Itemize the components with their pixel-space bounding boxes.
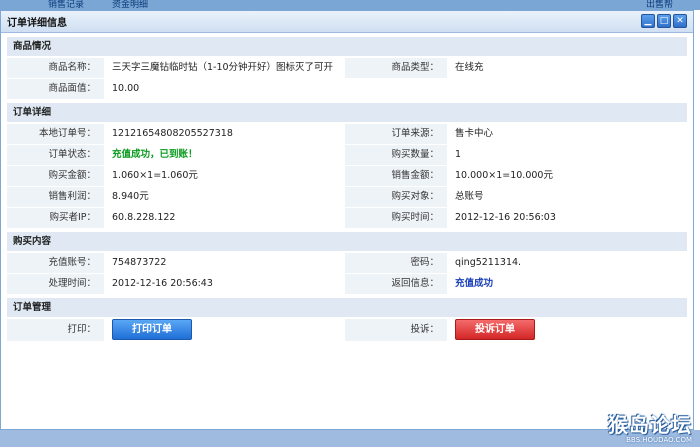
local-order-no-label: 本地订单号： (7, 124, 104, 144)
background-tab-funds[interactable]: 资金明细 (112, 0, 148, 10)
section-product: 商品情况 (7, 37, 687, 56)
dialog-content: 商品情况 商品名称： 三天字三魔钻临时钻（1-10分钟开好）图标灭了可开 [7日… (7, 37, 687, 345)
complain-order-button[interactable]: 投诉订单 (455, 319, 535, 340)
print-label: 打印： (7, 319, 104, 341)
complain-cell: 投诉订单 (447, 319, 687, 341)
maximize-icon[interactable]: □ (657, 14, 671, 28)
profit-label: 销售利润： (7, 187, 104, 207)
buyer-ip-value: 60.8.228.122 (112, 212, 176, 223)
sell-amount-label: 销售金额： (345, 166, 447, 186)
product-face-value: 10.00 (112, 83, 140, 94)
row-actions: 打印： 打印订单 投诉： 投诉订单 (7, 319, 687, 341)
order-status-value: 充值成功，已到账！ (112, 149, 198, 160)
row-product-face: 商品面值： 10.00 (7, 79, 687, 99)
window-controls: ▁ □ ✕ (641, 14, 687, 28)
row-amounts: 购买金额： 1.060×1=1.060元 销售金额： 10.000×1=10.0… (7, 166, 687, 186)
recharge-account-value: 754873722 (112, 257, 167, 268)
complain-label: 投诉： (345, 319, 447, 341)
product-type-label: 商品类型： (345, 58, 447, 78)
watermark-logo: 猴岛论坛 (608, 413, 692, 437)
buy-amount-label: 购买金额： (7, 166, 104, 186)
quantity-value: 1 (455, 149, 462, 160)
background-footer (0, 430, 700, 447)
sell-amount-value: 10.000×1=10.000元 (455, 170, 553, 181)
product-name-value: 三天字三魔钻临时钻（1-10分钟开好）图标灭了可开 [7日 (112, 62, 336, 73)
recharge-account-label: 充值账号： (7, 253, 104, 273)
process-time-label: 处理时间： (7, 274, 104, 294)
order-status-label: 订单状态： (7, 145, 104, 165)
site-watermark: 猴岛论坛 BBS.HOUDAO.COM (608, 409, 692, 444)
buy-target-value: 总账号 (455, 191, 484, 202)
local-order-no-value: 12121654808205527318 (112, 128, 233, 139)
buy-time-label: 购买时间： (345, 208, 447, 228)
close-icon[interactable]: ✕ (673, 14, 687, 28)
product-name-label: 商品名称： (7, 58, 104, 78)
section-order: 订单详细 (7, 103, 687, 122)
password-label: 密码： (345, 253, 447, 273)
quantity-label: 购买数量： (345, 145, 447, 165)
return-info-label: 返回信息： (345, 274, 447, 294)
product-face-label: 商品面值： (7, 79, 104, 99)
profit-value: 8.940元 (112, 191, 149, 202)
row-ip-time: 购买者IP： 60.8.228.122 购买时间： 2012-12-16 20:… (7, 208, 687, 228)
order-source-value: 售卡中心 (455, 128, 494, 139)
section-management: 订单管理 (7, 298, 687, 317)
row-order-status: 订单状态： 充值成功，已到账！ 购买数量： 1 (7, 145, 687, 165)
buy-amount-value: 1.060×1=1.060元 (112, 170, 198, 181)
row-account: 充值账号： 754873722 密码： qing5211314. (7, 253, 687, 273)
password-value: qing5211314. (455, 257, 522, 268)
minimize-icon[interactable]: ▁ (641, 14, 655, 28)
order-detail-dialog: 订单详细信息 ▁ □ ✕ 商品情况 商品名称： 三天字三魔钻临时钻（1-10分钟… (0, 10, 694, 430)
row-order-no: 本地订单号： 12121654808205527318 订单来源： 售卡中心 (7, 124, 687, 144)
return-info-value: 充值成功 (455, 278, 494, 289)
dialog-title: 订单详细信息 (7, 18, 67, 29)
row-product-name: 商品名称： 三天字三魔钻临时钻（1-10分钟开好）图标灭了可开 [7日 商品类型… (7, 58, 687, 78)
order-source-label: 订单来源： (345, 124, 447, 144)
process-time-value: 2012-12-16 20:56:43 (112, 278, 213, 289)
background-tab-help[interactable]: 出售帮 (646, 0, 673, 10)
print-order-button[interactable]: 打印订单 (112, 319, 192, 340)
row-process: 处理时间： 2012-12-16 20:56:43 返回信息： 充值成功 (7, 274, 687, 294)
background-nav-strip (0, 0, 700, 10)
buy-target-label: 购买对象： (345, 187, 447, 207)
buy-time-value: 2012-12-16 20:56:03 (455, 212, 556, 223)
buyer-ip-label: 购买者IP： (7, 208, 104, 228)
product-type-value: 在线充 (455, 62, 484, 73)
dialog-titlebar[interactable]: 订单详细信息 ▁ □ ✕ (1, 11, 693, 33)
print-cell: 打印订单 (104, 319, 336, 341)
row-profit: 销售利润： 8.940元 购买对象： 总账号 (7, 187, 687, 207)
background-tab-sales[interactable]: 销售记录 (48, 0, 84, 10)
section-purchase: 购买内容 (7, 232, 687, 251)
